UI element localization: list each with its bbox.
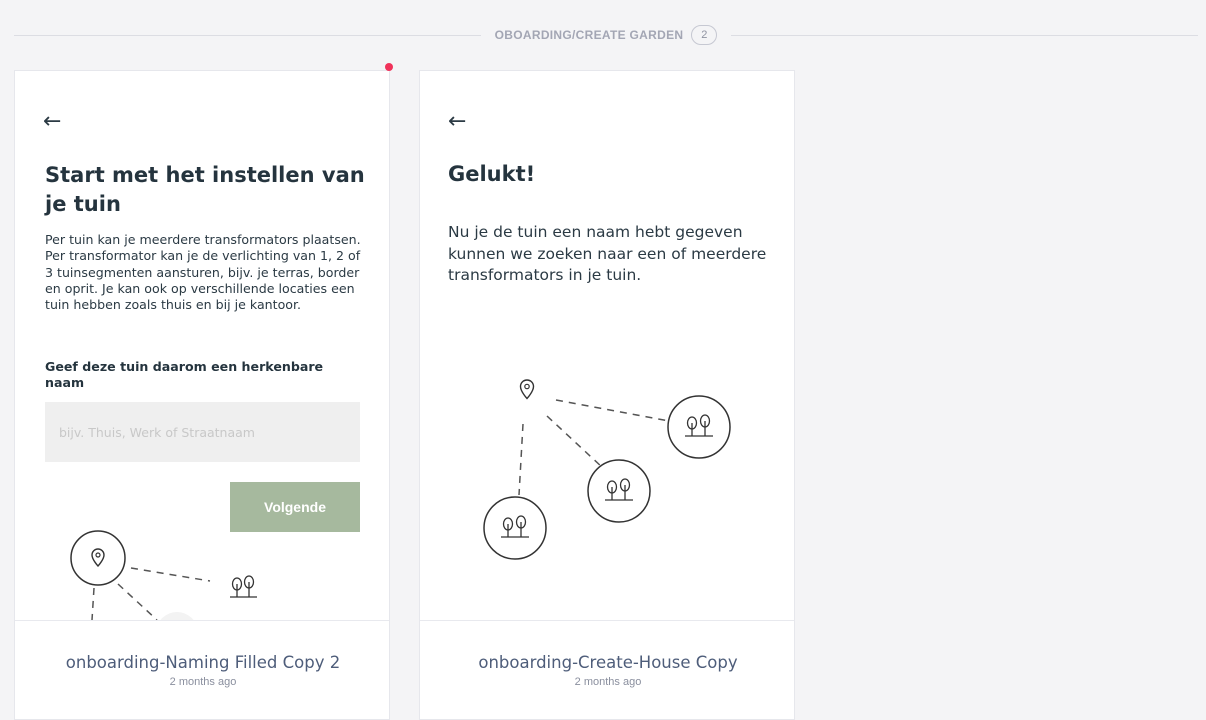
section-title-wrap[interactable]: OBOARDING/CREATE GARDEN 2	[481, 25, 732, 45]
artboard-preview[interactable]: ← Start met het instellen van je tuin Pe…	[15, 71, 389, 620]
artboard-timestamp: 2 months ago	[169, 676, 237, 688]
artboard-preview[interactable]: ← Gelukt! Nu je de tuin een naam hebt ge…	[420, 71, 794, 620]
artboard-name[interactable]: onboarding-Naming Filled Copy 2	[15, 653, 389, 672]
artboard-caption[interactable]: onboarding-Create-House Copy 2 months ag…	[420, 620, 794, 719]
section-divider-right	[731, 34, 1198, 36]
garden-illustration	[70, 530, 271, 620]
trees-icon	[217, 561, 271, 615]
location-pin-icon	[70, 530, 126, 586]
unread-indicator	[385, 63, 393, 71]
artboard-card-create-house[interactable]: ← Gelukt! Nu je de tuin een naam hebt ge…	[419, 70, 795, 720]
trees-icon	[483, 496, 547, 560]
artboard-timestamp: 2 months ago	[574, 676, 642, 688]
artboard-name[interactable]: onboarding-Create-House Copy	[420, 653, 794, 672]
trees-icon-partial	[160, 612, 194, 620]
transformer-search-illustration	[483, 361, 731, 560]
section-divider-left	[14, 34, 481, 36]
location-pin-icon	[497, 361, 557, 421]
artboard-card-naming[interactable]: ← Start met het instellen van je tuin Pe…	[14, 70, 390, 720]
section-title[interactable]: OBOARDING/CREATE GARDEN	[495, 28, 684, 42]
artboard-caption[interactable]: onboarding-Naming Filled Copy 2 2 months…	[15, 620, 389, 719]
trees-icon	[587, 459, 651, 523]
trees-icon	[667, 395, 731, 459]
section-count-badge: 2	[691, 25, 718, 45]
section-header: OBOARDING/CREATE GARDEN 2	[14, 22, 1198, 48]
